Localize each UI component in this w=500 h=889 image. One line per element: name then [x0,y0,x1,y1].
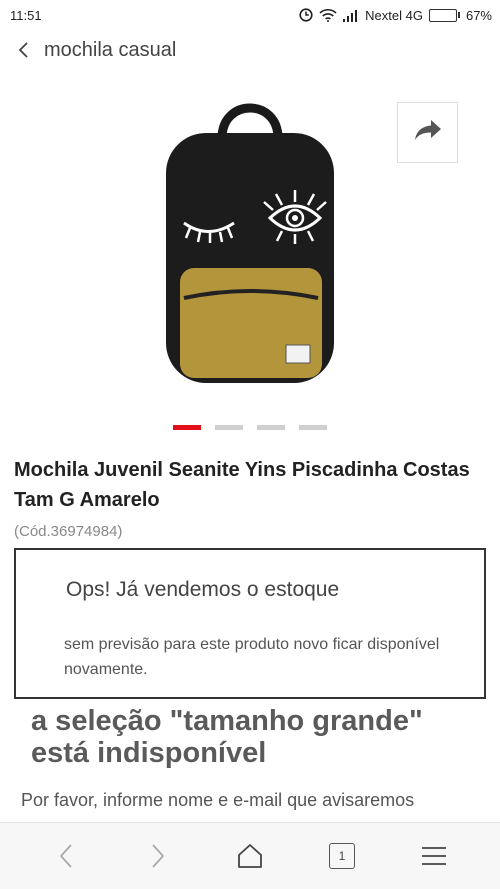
status-time: 11:51 [10,7,42,23]
product-code: (Cód.36974984) [14,523,123,540]
tab-count: 1 [329,843,355,869]
gallery-dot-2[interactable] [215,425,243,430]
gallery-dot-3[interactable] [257,425,285,430]
out-of-stock-title: Ops! Já vendemos o estoque [66,578,340,601]
out-of-stock-description: sem previsão para este produto novo fica… [64,636,440,678]
gallery-dot-4[interactable] [299,425,327,430]
nav-back-icon[interactable] [41,831,91,881]
carrier-name: Nextel 4G [365,7,423,23]
selection-unavailable-message: a seleção "tamanho grande" está indispon… [31,705,423,769]
wifi-icon [319,8,337,22]
share-icon [413,118,443,147]
browser-bottom-nav: 1 [0,822,500,889]
gallery-dot-1[interactable] [173,425,201,430]
nav-forward-icon[interactable] [133,831,183,881]
tabs-icon[interactable]: 1 [317,831,367,881]
page-header: mochila casual [0,30,500,70]
battery-icon [428,8,460,22]
status-indicators: Nextel 4G 67% [299,8,492,23]
menu-icon[interactable] [409,831,459,881]
clock-icon [299,8,313,22]
signal-icon [343,9,359,22]
product-title: Mochila Juvenil Seanite Yins Piscadinha … [14,459,470,511]
out-of-stock-notice: Ops! Já vendemos o estoque sem previsão … [14,548,486,699]
status-bar: 11:51 Nextel 4G 67% [0,0,500,30]
share-button[interactable] [397,102,458,163]
notify-instructions: Por favor, informe nome e e-mail que avi… [21,790,415,810]
battery-percent: 67% [465,7,492,23]
back-icon[interactable] [14,40,32,60]
product-image [166,103,334,383]
home-icon[interactable] [225,831,275,881]
product-gallery[interactable] [0,80,500,400]
page-title: mochila casual [44,38,177,61]
gallery-pagination [173,425,327,430]
